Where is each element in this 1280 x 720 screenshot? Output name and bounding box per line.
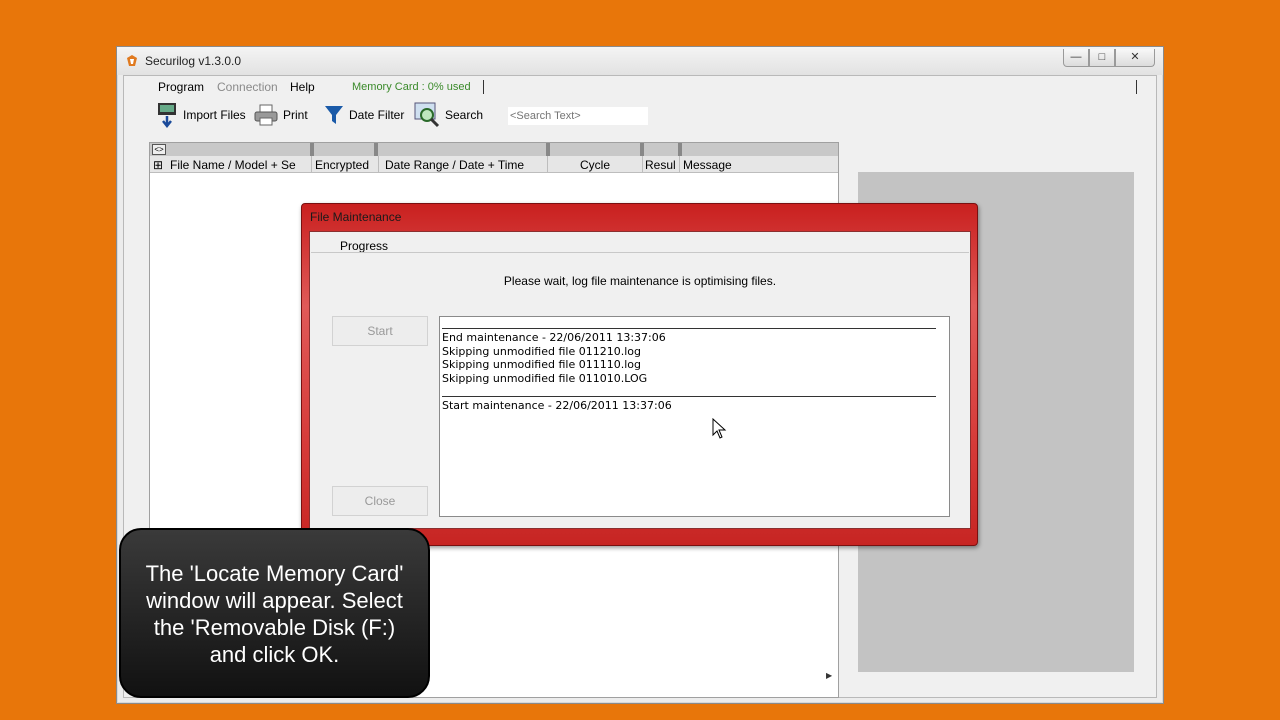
column-divider: [547, 156, 548, 173]
memory-card-status: Memory Card : 0% used: [352, 81, 471, 93]
dialog-title: File Maintenance: [310, 210, 402, 224]
scroll-right-arrow-icon[interactable]: ▶: [826, 671, 832, 680]
close-button[interactable]: Close: [332, 486, 428, 516]
menu-separator: [483, 80, 484, 94]
filter-icon: [325, 106, 343, 124]
column-divider: [642, 156, 643, 173]
column-header-cycle[interactable]: Cycle: [580, 158, 610, 172]
search-label: Search: [445, 108, 484, 122]
import-icon: [158, 103, 176, 128]
date-filter-label: Date Filter: [349, 108, 405, 122]
column-divider: [679, 156, 680, 173]
column-grip[interactable]: [678, 143, 682, 156]
column-grip[interactable]: [310, 143, 314, 156]
start-button[interactable]: Start: [332, 316, 428, 346]
expand-plus-icon[interactable]: ⊞: [153, 158, 163, 172]
close-window-button[interactable]: ✕: [1115, 49, 1155, 67]
maximize-button[interactable]: □: [1089, 49, 1115, 67]
date-filter-button[interactable]: Date Filter: [324, 102, 404, 128]
collapse-toggle-icon[interactable]: <>: [152, 144, 166, 155]
printer-icon: [254, 104, 278, 126]
progress-group-label: Progress: [340, 239, 389, 253]
toolbar: Import Files Print Date Filter Search <S…: [124, 98, 1156, 138]
menu-separator-right: [1136, 80, 1137, 94]
column-header-filename[interactable]: File Name / Model + Se: [170, 158, 310, 172]
caption-line: window will appear. Select: [146, 588, 403, 613]
column-header-result[interactable]: Resul: [645, 158, 678, 172]
search-button[interactable]: Search: [414, 102, 483, 128]
log-separator: [442, 396, 936, 397]
window-title: Securilog v1.3.0.0: [145, 54, 242, 68]
log-line: Skipping unmodified file 011110.log: [442, 358, 641, 371]
log-separator: [442, 328, 936, 329]
file-maintenance-dialog: File Maintenance Progress Please wait, l…: [301, 203, 978, 546]
caption-line: the 'Removable Disk (F:): [153, 615, 396, 640]
column-header-message[interactable]: Message: [683, 158, 732, 172]
search-icon: [414, 102, 440, 128]
print-button[interactable]: Print: [254, 102, 308, 128]
column-header-encrypted[interactable]: Encrypted: [315, 158, 377, 172]
column-divider: [311, 156, 312, 173]
log-line: Skipping unmodified file 011010.LOG: [442, 372, 648, 385]
log-line: Start maintenance - 22/06/2011 13:37:06: [442, 399, 672, 412]
column-grip[interactable]: [374, 143, 378, 156]
menu-bar: Program Connection Help Memory Card : 0%…: [124, 76, 1156, 98]
title-bar[interactable]: Securilog v1.3.0.0 — □ ✕: [117, 47, 1163, 75]
column-grip[interactable]: [640, 143, 644, 156]
print-label: Print: [283, 108, 308, 122]
column-divider: [378, 156, 379, 173]
mouse-cursor-icon: [712, 418, 727, 439]
group-divider: [311, 252, 969, 253]
dialog-message: Please wait, log file maintenance is opt…: [503, 274, 777, 288]
app-logo-icon: [127, 55, 137, 66]
search-input[interactable]: [508, 107, 648, 125]
dialog-body: Progress Please wait, log file maintenan…: [309, 231, 971, 529]
menu-help[interactable]: Help: [290, 80, 315, 94]
column-header-date-range[interactable]: Date Range / Date + Time: [385, 158, 545, 172]
log-line: Skipping unmodified file 011210.log: [442, 345, 641, 358]
log-line: End maintenance - 22/06/2011 13:37:06: [442, 331, 666, 344]
column-header-row: ⊞ File Name / Model + Se Encrypted Date …: [150, 156, 838, 173]
column-grip[interactable]: [546, 143, 550, 156]
caption-line: The 'Locate Memory Card': [145, 561, 404, 586]
minimize-button[interactable]: —: [1063, 49, 1089, 67]
group-header-bar: <>: [150, 143, 838, 156]
caption-line: and click OK.: [209, 642, 340, 667]
maintenance-log[interactable]: End maintenance - 22/06/2011 13:37:06 Sk…: [439, 316, 950, 517]
menu-program[interactable]: Program: [158, 80, 204, 94]
menu-connection[interactable]: Connection: [217, 80, 278, 94]
import-files-button[interactable]: Import Files: [156, 102, 246, 128]
tutorial-caption: The 'Locate Memory Card' window will app…: [119, 528, 430, 698]
import-files-label: Import Files: [183, 108, 246, 122]
